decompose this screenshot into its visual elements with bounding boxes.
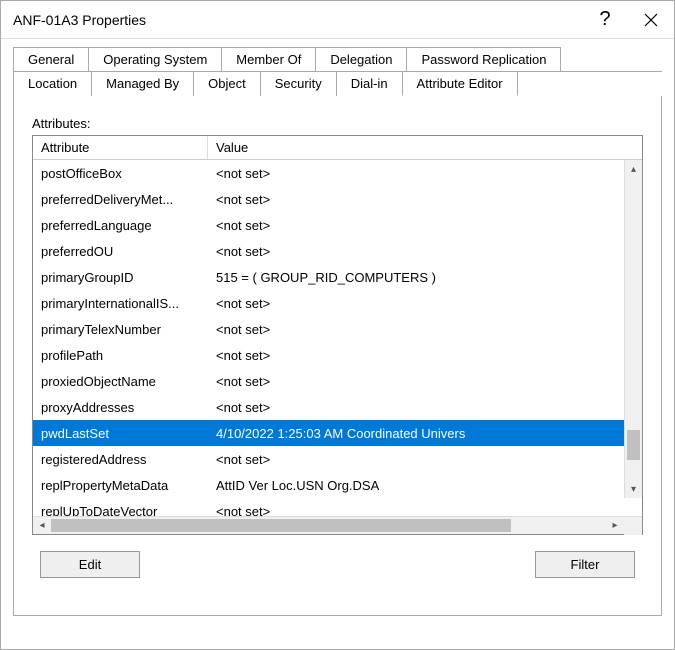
cell-value: 4/10/2022 1:25:03 AM Coordinated Univers — [208, 422, 642, 445]
tab-dial-in[interactable]: Dial-in — [336, 71, 403, 96]
scroll-down-icon[interactable]: ▾ — [625, 480, 642, 498]
cell-attribute: primaryTelexNumber — [33, 318, 208, 341]
cell-value: <not set> — [208, 162, 642, 185]
horizontal-scroll-track[interactable] — [51, 517, 606, 534]
cell-value: <not set> — [208, 344, 642, 367]
cell-value: <not set> — [208, 318, 642, 341]
cell-value: 515 = ( GROUP_RID_COMPUTERS ) — [208, 266, 642, 289]
cell-value: <not set> — [208, 214, 642, 237]
vertical-scroll-thumb[interactable] — [627, 430, 640, 460]
list-body: postOfficeBox<not set>preferredDeliveryM… — [33, 160, 642, 516]
cell-value: <not set> — [208, 240, 642, 263]
horizontal-scroll-thumb[interactable] — [51, 519, 511, 532]
tab-attribute-editor[interactable]: Attribute Editor — [402, 71, 518, 96]
cell-attribute: proxiedObjectName — [33, 370, 208, 393]
close-icon — [644, 13, 658, 27]
vertical-scrollbar[interactable]: ▴ ▾ — [624, 160, 642, 498]
table-row[interactable]: primaryTelexNumber<not set> — [33, 316, 642, 342]
table-row[interactable]: replUpToDateVector<not set> — [33, 498, 642, 516]
attributes-listbox[interactable]: Attribute Value postOfficeBox<not set>pr… — [32, 135, 643, 535]
scroll-left-icon[interactable]: ◂ — [33, 517, 51, 535]
cell-value: <not set> — [208, 370, 642, 393]
tab-operating-system[interactable]: Operating System — [88, 47, 222, 71]
cell-value: AttID Ver Loc.USN Org.DSA — [208, 474, 642, 497]
table-row[interactable]: proxiedObjectName<not set> — [33, 368, 642, 394]
tab-security[interactable]: Security — [260, 71, 337, 96]
tab-object[interactable]: Object — [193, 71, 261, 96]
tab-panel-attribute-editor: Attributes: Attribute Value postOfficeBo… — [13, 96, 662, 616]
cell-value: <not set> — [208, 396, 642, 419]
table-row[interactable]: primaryGroupID515 = ( GROUP_RID_COMPUTER… — [33, 264, 642, 290]
table-row[interactable]: preferredLanguage<not set> — [33, 212, 642, 238]
cell-attribute: replPropertyMetaData — [33, 474, 208, 497]
cell-attribute: replUpToDateVector — [33, 500, 208, 517]
cell-attribute: postOfficeBox — [33, 162, 208, 185]
tab-managed-by[interactable]: Managed By — [91, 71, 194, 96]
table-row[interactable]: proxyAddresses<not set> — [33, 394, 642, 420]
cell-value: <not set> — [208, 500, 642, 517]
filter-button[interactable]: Filter — [535, 551, 635, 578]
window-title: ANF-01A3 Properties — [13, 12, 582, 28]
cell-attribute: preferredLanguage — [33, 214, 208, 237]
cell-attribute: preferredOU — [33, 240, 208, 263]
tab-row-2: Location Managed By Object Security Dial… — [13, 71, 662, 97]
list-header: Attribute Value — [33, 136, 642, 160]
dialog-content: General Operating System Member Of Deleg… — [1, 39, 674, 628]
column-header-value[interactable]: Value — [208, 136, 642, 159]
tab-general[interactable]: General — [13, 47, 89, 71]
scroll-up-icon[interactable]: ▴ — [625, 160, 642, 178]
column-header-attribute[interactable]: Attribute — [33, 136, 208, 159]
tab-delegation[interactable]: Delegation — [315, 47, 407, 71]
button-row: Edit Filter — [32, 551, 643, 578]
close-button[interactable] — [628, 1, 674, 39]
cell-value: <not set> — [208, 448, 642, 471]
cell-value: <not set> — [208, 188, 642, 211]
cell-attribute: primaryGroupID — [33, 266, 208, 289]
tab-member-of[interactable]: Member Of — [221, 47, 316, 71]
horizontal-scrollbar[interactable]: ◂ ▸ — [33, 516, 642, 534]
cell-attribute: registeredAddress — [33, 448, 208, 471]
table-row[interactable]: profilePath<not set> — [33, 342, 642, 368]
table-row[interactable]: pwdLastSet4/10/2022 1:25:03 AM Coordinat… — [33, 420, 642, 446]
scroll-corner — [624, 517, 642, 535]
titlebar: ANF-01A3 Properties ? — [1, 1, 674, 39]
cell-attribute: proxyAddresses — [33, 396, 208, 419]
table-row[interactable]: primaryInternationalIS...<not set> — [33, 290, 642, 316]
table-row[interactable]: registeredAddress<not set> — [33, 446, 642, 472]
tab-row-1: General Operating System Member Of Deleg… — [13, 47, 662, 72]
cell-attribute: profilePath — [33, 344, 208, 367]
scroll-right-icon[interactable]: ▸ — [606, 517, 624, 535]
cell-attribute: primaryInternationalIS... — [33, 292, 208, 315]
table-row[interactable]: replPropertyMetaData AttID Ver Loc.USN O… — [33, 472, 642, 498]
cell-value: <not set> — [208, 292, 642, 315]
table-row[interactable]: preferredOU<not set> — [33, 238, 642, 264]
tab-location[interactable]: Location — [13, 71, 92, 96]
cell-attribute: preferredDeliveryMet... — [33, 188, 208, 211]
tab-password-replication[interactable]: Password Replication — [406, 47, 561, 71]
table-row[interactable]: preferredDeliveryMet...<not set> — [33, 186, 642, 212]
attributes-label: Attributes: — [32, 116, 643, 131]
table-row[interactable]: postOfficeBox<not set> — [33, 160, 642, 186]
edit-button[interactable]: Edit — [40, 551, 140, 578]
help-button[interactable]: ? — [582, 1, 628, 39]
cell-attribute: pwdLastSet — [33, 422, 208, 445]
